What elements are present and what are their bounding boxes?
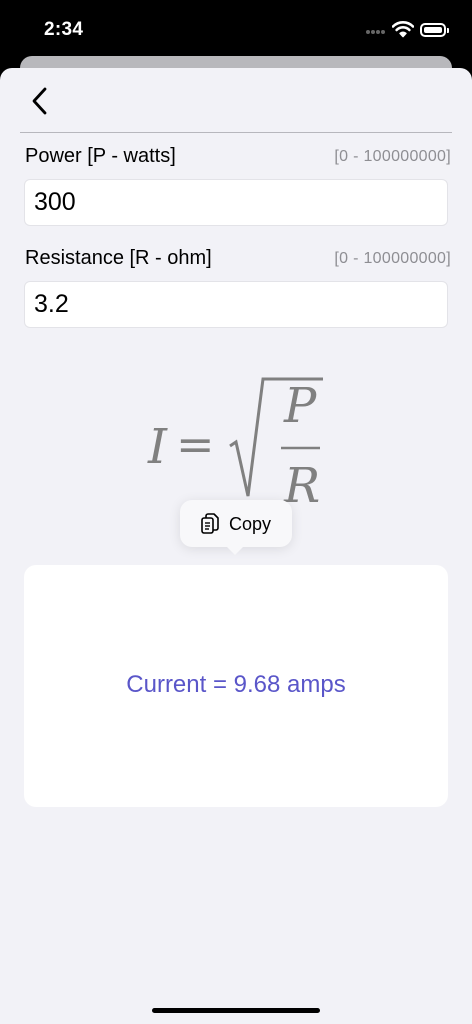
battery-icon (420, 23, 449, 37)
copy-button[interactable]: Copy (180, 500, 292, 547)
resistance-input[interactable] (24, 281, 448, 328)
nav-divider (20, 132, 452, 133)
status-bar: 2:34 (0, 0, 472, 60)
chevron-left-icon (32, 87, 47, 115)
status-time: 2:34 (44, 19, 84, 40)
formula-numerator: P (283, 378, 317, 434)
power-range: [0 - 100000000] (334, 148, 451, 165)
resistance-label: Resistance [R - ohm] (25, 247, 212, 269)
power-label: Power [P - watts] (25, 145, 176, 167)
formula-image: I = P R (147, 377, 323, 512)
copy-docs-icon (201, 513, 219, 540)
copy-label: Copy (229, 514, 272, 534)
back-button[interactable] (28, 84, 52, 118)
popup-arrow (225, 545, 245, 555)
formula-lhs: I (147, 419, 168, 475)
power-input[interactable] (24, 179, 448, 226)
cellular-dots-icon (366, 30, 386, 34)
resistance-range: [0 - 100000000] (334, 250, 451, 267)
formula-equals: = (176, 417, 215, 471)
result-card[interactable]: Current = 9.68 amps (24, 565, 448, 807)
home-indicator[interactable] (152, 1008, 320, 1013)
result-text: Current = 9.68 amps (126, 671, 346, 698)
wifi-icon (391, 20, 415, 43)
